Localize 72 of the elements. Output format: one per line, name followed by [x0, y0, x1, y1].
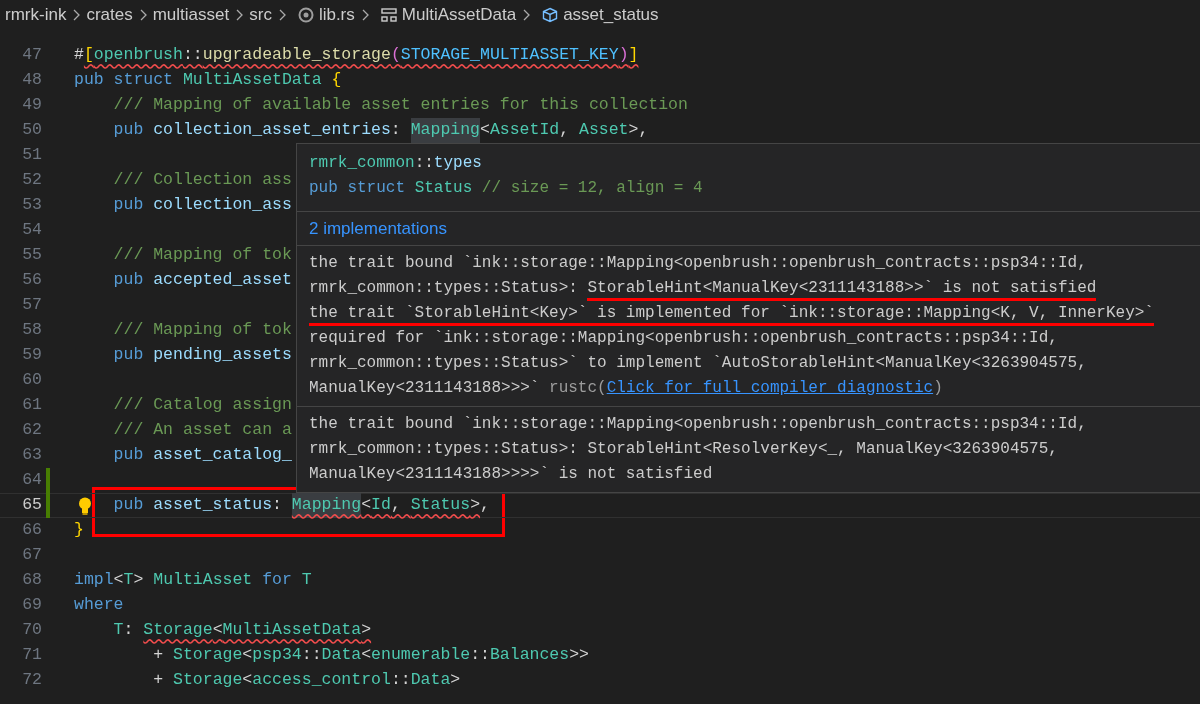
code-line: pub accepted_asset	[112, 269, 292, 292]
line-number: 51	[21, 144, 42, 167]
diagnostic-line: ManualKey<2311143188>>>>` is not satisfied	[309, 464, 714, 485]
breadcrumb-item[interactable]: src	[249, 2, 272, 28]
code-line: + Storage<psp34::Data<enumerable::Balances>>	[152, 644, 589, 667]
code-line: where	[74, 594, 124, 617]
line-number: 61	[21, 394, 42, 417]
diagnostic-line: required for `ink::storage::Mapping<openbrush::openbrush_contracts::psp34::Id,	[309, 328, 1059, 349]
code-line: pub struct MultiAssetData {	[74, 69, 342, 92]
code-line: pub collection_asset_entries: Mapping<AssetId, Asset>,	[74, 118, 649, 143]
line-number: 55	[21, 244, 42, 267]
line-number: 72	[21, 669, 42, 692]
line-number: 65	[21, 494, 42, 517]
diagnostic-line: rmrk_common::types::Status>` to implement `AutoStorableHint<ManualKey<3263904575,	[309, 353, 1088, 374]
breadcrumb-item[interactable]: MultiAssetData	[401, 2, 517, 28]
chevron-icon	[234, 7, 245, 23]
line-number: 70	[21, 619, 42, 642]
code-line: pub asset_catalog_	[112, 444, 292, 467]
code-line: /// Mapping of available asset entries for this collection	[112, 94, 688, 117]
code-line: /// Mapping of tok	[112, 244, 292, 267]
rust-file-icon	[297, 7, 314, 23]
diagnostic-line: the trait bound `ink::storage::Mapping<openbrush::openbrush_contracts::psp34::Id,	[309, 253, 1088, 274]
diagnostic-line: ManualKey<2311143188>>>` rustc(Click for full compiler diagnostic)	[309, 378, 944, 399]
code-line: + Storage<access_control::Data>	[152, 669, 461, 692]
line-number: 71	[21, 644, 42, 667]
signature-line: pub struct Status // size = 12, align = 4	[309, 178, 704, 199]
line-number: 47	[21, 44, 42, 67]
code-line: /// Mapping of tok	[112, 319, 292, 342]
code-line: #[openbrush::upgradeable_storage(STORAGE_MULTIASSET_KEY)]	[74, 44, 639, 67]
code-line: /// Collection ass	[112, 169, 292, 192]
breadcrumb-item[interactable]: asset_status	[563, 2, 659, 28]
code-line: pub pending_assets	[112, 344, 292, 367]
line-number: 59	[21, 344, 42, 367]
line-number: 63	[21, 444, 42, 467]
diagnostic-link[interactable]: Click for full compiler diagnostic	[606, 379, 934, 397]
line-number: 57	[21, 294, 42, 317]
chevron-icon	[71, 7, 82, 23]
line-number: 64	[21, 469, 42, 492]
breadcrumb-item[interactable]: crates	[86, 2, 133, 28]
breadcrumb-item[interactable]: lib.rs	[318, 2, 355, 28]
diagnostic-line: the trait `StorableHint<Key>` is implemented for `ink::storage::Mapping<K, V, InnerKey>`	[309, 301, 1200, 326]
diagnostic-line: rmrk_common::types::Status>: StorableHint<ManualKey<2311143188>>` is not satisfied	[309, 276, 1200, 301]
code-line: }	[74, 519, 84, 542]
line-number: 56	[21, 269, 42, 292]
line-number: 49	[21, 94, 42, 117]
code-line: impl<T> MultiAsset for T	[74, 569, 312, 592]
line-number: 58	[21, 319, 42, 342]
chevron-icon	[521, 7, 532, 23]
diagnostic-line: rmrk_common::types::Status>: StorableHint<ResolverKey<_, ManualKey<3263904575,	[309, 439, 1059, 460]
line-number: 68	[21, 569, 42, 592]
diagnostic-line: the trait bound `ink::storage::Mapping<openbrush::openbrush_contracts::psp34::Id,	[309, 414, 1088, 435]
code-line: T: Storage<MultiAssetData>	[112, 619, 372, 642]
line-number: 50	[21, 119, 42, 142]
line-number: 69	[21, 594, 42, 617]
line-number: 54	[21, 219, 42, 242]
line-number: 53	[21, 194, 42, 217]
code-line: /// Catalog assign	[112, 394, 292, 417]
line-number: 48	[21, 69, 42, 92]
implementations-link[interactable]: 2 implementations	[309, 219, 447, 238]
line-number: 66	[21, 519, 42, 542]
code-line: /// An asset can a	[112, 419, 292, 442]
cube-icon	[542, 7, 559, 23]
line-number: 60	[21, 369, 42, 392]
line-number: 52	[21, 169, 42, 192]
signature-line: rmrk_common::types	[309, 153, 483, 174]
line-number: 67	[21, 544, 42, 567]
breadcrumb-item[interactable]: multiasset	[152, 2, 230, 28]
code-line: pub collection_ass	[112, 194, 292, 217]
breadcrumb-item[interactable]: rmrk-ink	[5, 2, 67, 28]
code-line: pub asset_status: Mapping<Id, Status>,	[74, 493, 490, 518]
line-number: 62	[21, 419, 42, 442]
struct-icon	[380, 7, 397, 23]
